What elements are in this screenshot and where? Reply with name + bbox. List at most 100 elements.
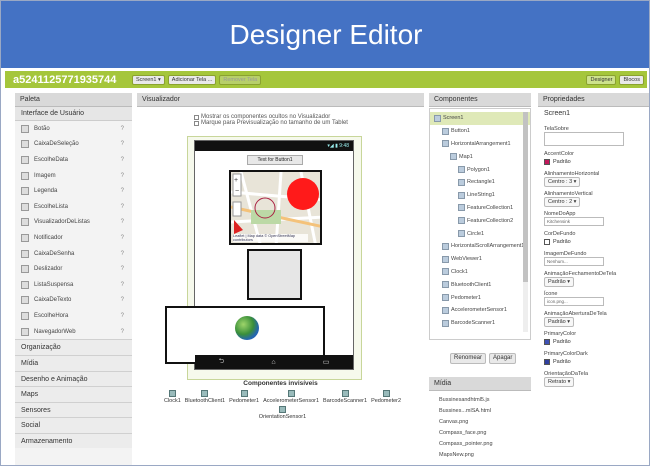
screen-select-button[interactable]: Screen1 ▾ bbox=[132, 74, 165, 85]
back-icon[interactable]: ⮌ bbox=[219, 357, 225, 368]
invisible-component[interactable]: BluetoothClient1 bbox=[185, 390, 225, 404]
tree-item-accelerometersensor1[interactable]: AccelerometerSensor1 bbox=[430, 304, 530, 317]
palette-item-escolhelista[interactable]: EscolheLista? bbox=[15, 199, 132, 215]
property-value-primarycolordark[interactable]: Padrão bbox=[544, 357, 649, 366]
tree-item-bluetoothclient1[interactable]: BluetoothClient1 bbox=[430, 278, 530, 291]
tree-scrollbar[interactable] bbox=[523, 112, 528, 332]
property-select[interactable]: Padrão ▾ bbox=[544, 316, 575, 327]
invisible-component[interactable]: Pedometer2 bbox=[371, 390, 401, 404]
media-file[interactable]: MapsNew.png bbox=[429, 450, 531, 461]
tree-item-horizontalarrangement1[interactable]: HorizontalArrangement1 bbox=[430, 138, 530, 151]
property-value-telasobre[interactable] bbox=[544, 132, 649, 146]
tree-item-button1[interactable]: Button1 bbox=[430, 125, 530, 138]
about-textarea[interactable] bbox=[544, 132, 624, 146]
palette-item-caixadeselecao[interactable]: CaixaDeSeleção? bbox=[15, 137, 132, 153]
help-icon[interactable]: ? bbox=[121, 235, 124, 241]
palette-item-navegadorweb[interactable]: NavegadorWeb? bbox=[15, 324, 132, 340]
media-file[interactable]: Bussines...mlSA.html bbox=[429, 406, 531, 417]
palette-category-desenho-e-animacao[interactable]: Desenho e Animação bbox=[15, 370, 132, 387]
map-preview[interactable]: + − Leaflet | Map data © OpenStreetMap c… bbox=[229, 170, 322, 245]
tree-item-featurecollection2[interactable]: FeatureCollection2 bbox=[430, 214, 530, 227]
tree-item-clock1[interactable]: Clock1 bbox=[430, 266, 530, 279]
invisible-component[interactable]: OrientationSensor1 bbox=[259, 406, 306, 420]
palette-item-deslizador[interactable]: Deslizador? bbox=[15, 261, 132, 277]
help-icon[interactable]: ? bbox=[121, 313, 124, 319]
help-icon[interactable]: ? bbox=[121, 297, 124, 303]
palette-item-escolhedata[interactable]: EscolheData? bbox=[15, 152, 132, 168]
palette-item-escolhehora[interactable]: EscolheHora? bbox=[15, 308, 132, 324]
property-value-nomedoapp[interactable]: Kitchensink bbox=[544, 217, 649, 226]
property-value-imagemdefundo[interactable]: Nenhum... bbox=[544, 257, 649, 266]
palette-category-sensores[interactable]: Sensores bbox=[15, 401, 132, 418]
tree-item-featurecollection1[interactable]: FeatureCollection1 bbox=[430, 202, 530, 215]
palette-item-visualizadordelistas[interactable]: VisualizadorDeListas? bbox=[15, 215, 132, 231]
help-icon[interactable]: ? bbox=[121, 204, 124, 210]
designer-button[interactable]: Designer bbox=[586, 74, 617, 85]
media-file[interactable]: Compass_pointer.png bbox=[429, 439, 531, 450]
property-select[interactable]: Centro : 2 ▾ bbox=[544, 196, 581, 207]
add-screen-button[interactable]: Adicionar Tela ... bbox=[167, 74, 217, 85]
tree-item-pedometer1[interactable]: Pedometer1 bbox=[430, 291, 530, 304]
palette-item-listasuspensa[interactable]: ListaSuspensa? bbox=[15, 277, 132, 293]
invisible-component[interactable]: Clock1 bbox=[164, 390, 181, 404]
property-value-icone[interactable]: icon.png... bbox=[544, 297, 649, 306]
palette-category-organizacao[interactable]: Organização bbox=[15, 339, 132, 355]
tree-item-horizontalscrollarrangement1[interactable]: HorizontalScrollArrangement1 bbox=[430, 240, 530, 253]
palette-section-ui[interactable]: Interface de Usuário bbox=[15, 107, 132, 121]
media-file[interactable]: Canvas.png bbox=[429, 417, 531, 428]
media-file[interactable]: Bussinesandhtml5.js bbox=[429, 395, 531, 406]
palette-category-maps[interactable]: Maps bbox=[15, 386, 132, 402]
tablet-preview-checkbox[interactable]: Marque para Previsualização no tamanho d… bbox=[194, 120, 348, 126]
help-icon[interactable]: ? bbox=[121, 282, 124, 288]
invisible-component[interactable]: BarcodeScanner1 bbox=[323, 390, 367, 404]
invisible-component[interactable]: Pedometer1 bbox=[229, 390, 259, 404]
property-value-animacaofechamentodetela[interactable]: Padrão ▾ bbox=[544, 276, 649, 287]
recent-apps-icon[interactable]: ▭ bbox=[323, 358, 330, 366]
tree-item-webviewer1[interactable]: WebViewer1 bbox=[430, 253, 530, 266]
palette-item-caixadesenha[interactable]: CaixaDeSenha? bbox=[15, 246, 132, 262]
preview-button1[interactable]: Text for Button1 bbox=[247, 155, 303, 165]
media-file[interactable]: Compass_face.png bbox=[429, 428, 531, 439]
help-icon[interactable]: ? bbox=[121, 219, 124, 225]
tree-item-circle1[interactable]: Circle1 bbox=[430, 227, 530, 240]
property-input[interactable]: Kitchensink bbox=[544, 217, 604, 226]
invisible-component[interactable]: AccelerometerSensor1 bbox=[263, 390, 319, 404]
delete-button[interactable]: Apagar bbox=[489, 353, 517, 364]
property-select[interactable]: Centro : 3 ▾ bbox=[544, 176, 581, 187]
property-select[interactable]: Padrão ▾ bbox=[544, 276, 575, 287]
blocks-button[interactable]: Blocos bbox=[619, 74, 644, 85]
property-value-animacaoaberturadetela[interactable]: Padrão ▾ bbox=[544, 316, 649, 327]
property-value-accentcolor[interactable]: Padrão bbox=[544, 157, 649, 166]
help-icon[interactable]: ? bbox=[121, 157, 124, 163]
property-value-alinhamentohorizontal[interactable]: Centro : 3 ▾ bbox=[544, 176, 649, 187]
help-icon[interactable]: ? bbox=[121, 126, 124, 132]
palette-category-armazenamento[interactable]: Armazenamento bbox=[15, 432, 132, 449]
tree-item-screen1[interactable]: Screen1 bbox=[430, 112, 530, 125]
palette-item-caixadetexto[interactable]: CaixaDeTexto? bbox=[15, 293, 132, 309]
property-input[interactable]: icon.png... bbox=[544, 297, 604, 306]
home-icon[interactable]: ⌂ bbox=[271, 359, 275, 366]
tree-item-map1[interactable]: Map1 bbox=[430, 150, 530, 163]
rename-button[interactable]: Renomear bbox=[450, 353, 487, 364]
palette-category-midia[interactable]: Mídia bbox=[15, 354, 132, 371]
property-input[interactable]: Nenhum... bbox=[544, 257, 604, 266]
palette-category-social[interactable]: Social bbox=[15, 417, 132, 433]
property-value-alinhamentovertical[interactable]: Centro : 2 ▾ bbox=[544, 196, 649, 207]
remove-screen-button[interactable]: Remover Tela bbox=[219, 74, 262, 85]
tree-item-rectangle1[interactable]: Rectangle1 bbox=[430, 176, 530, 189]
property-value-orientacaodatela[interactable]: Retrato ▾ bbox=[544, 376, 649, 387]
tree-item-polygon1[interactable]: Polygon1 bbox=[430, 163, 530, 176]
help-icon[interactable]: ? bbox=[121, 251, 124, 257]
property-value-cordefundo[interactable]: Padrão bbox=[544, 237, 649, 246]
help-icon[interactable]: ? bbox=[121, 188, 124, 194]
palette-item-imagem[interactable]: Imagem? bbox=[15, 168, 132, 184]
tree-item-barcodescanner1[interactable]: BarcodeScanner1 bbox=[430, 317, 530, 330]
palette-item-legenda[interactable]: Legenda? bbox=[15, 183, 132, 199]
property-select[interactable]: Retrato ▾ bbox=[544, 376, 575, 387]
help-icon[interactable]: ? bbox=[121, 173, 124, 179]
property-value-primarycolor[interactable]: Padrão bbox=[544, 337, 649, 346]
help-icon[interactable]: ? bbox=[121, 329, 124, 335]
palette-item-notificador[interactable]: Notificador? bbox=[15, 230, 132, 246]
help-icon[interactable]: ? bbox=[121, 141, 124, 147]
tree-item-linestring1[interactable]: LineString1 bbox=[430, 189, 530, 202]
